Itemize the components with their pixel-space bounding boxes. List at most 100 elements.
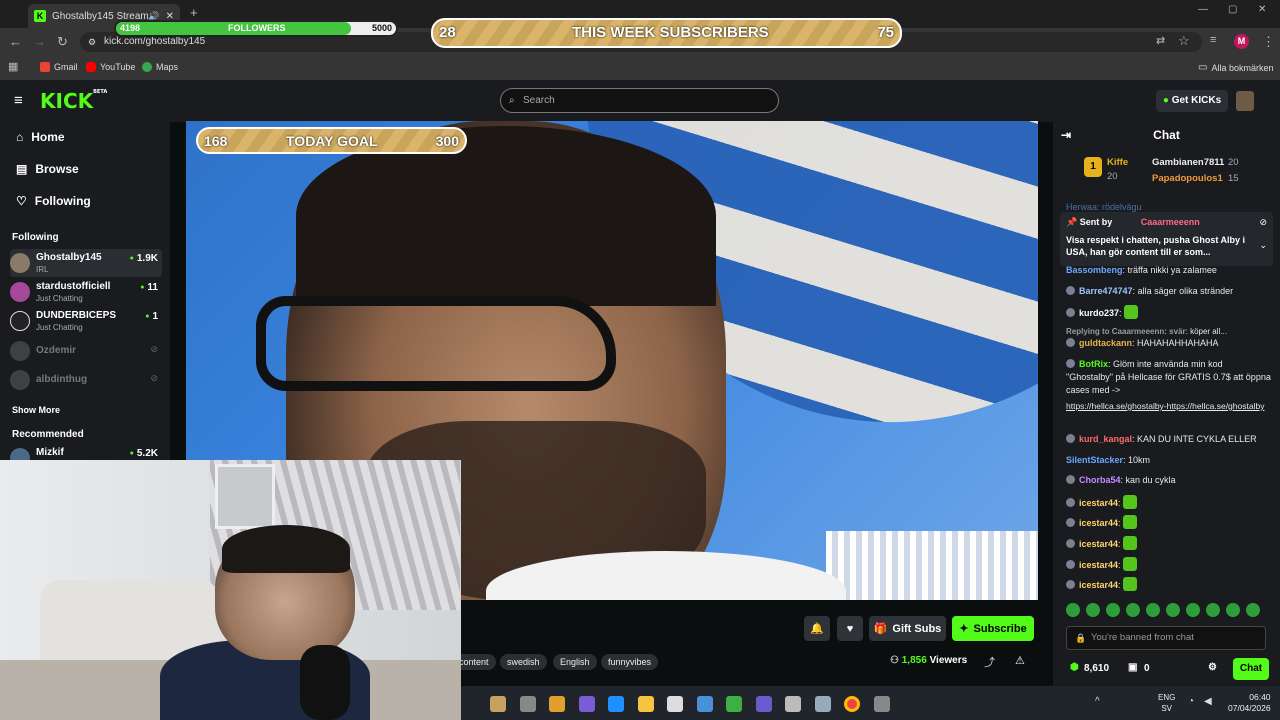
sidebar-item-following[interactable]: ♡ Following <box>16 194 91 208</box>
chat-username[interactable]: icestar44 <box>1079 580 1118 590</box>
chat-text: kan du cykla <box>1125 475 1176 485</box>
share-icon[interactable]: ⤴ <box>984 654 995 670</box>
chrome-icon[interactable] <box>844 696 860 712</box>
stream-tag[interactable]: swedish <box>500 654 547 670</box>
keyboard-language[interactable]: ENG SV <box>1158 692 1175 714</box>
send-chat-button[interactable]: Chat <box>1233 658 1269 680</box>
obs-icon[interactable] <box>873 696 890 712</box>
forward-icon[interactable]: → <box>33 34 46 49</box>
show-more-link[interactable]: Show More <box>12 405 60 415</box>
pinned-message[interactable]: 📌 Sent by Caaarmeeenn Visa respekt i cha… <box>1060 212 1273 266</box>
chat-username[interactable]: SilentStacker <box>1066 455 1123 465</box>
store-icon[interactable] <box>667 696 683 712</box>
extensions-icon[interactable]: ≡ <box>1210 34 1216 46</box>
chat-username[interactable]: Bassombeng <box>1066 265 1123 275</box>
expand-pinned-icon[interactable]: ⌄ <box>1259 240 1267 251</box>
sidebar-item-browse[interactable]: ▤ Browse <box>16 162 79 176</box>
new-tab-icon[interactable]: + <box>190 5 198 20</box>
chat-username[interactable]: guldtackann <box>1079 338 1132 348</box>
chat-input[interactable]: 🔒 You're banned from chat <box>1066 626 1266 650</box>
chat-username[interactable]: BotRix <box>1079 359 1108 369</box>
chat-username[interactable]: Barre474747 <box>1079 286 1133 296</box>
following-channel-ozdemir[interactable]: Ozdemir ⊘ <box>10 337 162 365</box>
bookmark-star-icon[interactable]: ☆ <box>1178 33 1190 49</box>
chat-username[interactable]: Replying to Caaarmeeenn: svär <box>1066 327 1186 336</box>
site-info-icon[interactable]: ⚙ <box>88 32 96 52</box>
emote-icon[interactable] <box>1206 603 1220 617</box>
emote-icon[interactable] <box>1126 603 1140 617</box>
kick-logo[interactable]: KICKBETA <box>40 89 107 113</box>
chat-username[interactable]: icestar44 <box>1079 518 1118 528</box>
star-icon: ✦ <box>959 623 969 635</box>
hamburger-menu-icon[interactable]: ≡ <box>14 92 23 109</box>
gift-box-icon[interactable]: ▣ <box>1128 662 1137 673</box>
chat-badge-icon <box>1066 580 1075 589</box>
stream-tag[interactable]: funnyvibes <box>601 654 659 670</box>
followers-label: FOLLOWERS <box>228 23 286 33</box>
app-icon[interactable] <box>785 696 801 712</box>
all-bookmarks[interactable]: ▭ Alla bokmärken <box>1198 62 1273 73</box>
bookmark-gmail[interactable]: Gmail <box>40 62 78 72</box>
emote-icon[interactable] <box>1226 603 1240 617</box>
apps-grid-icon[interactable]: ▦ <box>8 60 18 73</box>
teams-icon[interactable] <box>578 696 595 712</box>
collapse-chat-icon[interactable]: ⇥ <box>1061 122 1071 148</box>
tray-chevron-icon[interactable]: ^ <box>1095 696 1100 707</box>
tray-volume-icon[interactable]: ◀ <box>1204 696 1212 707</box>
chat-username[interactable]: icestar44 <box>1079 560 1118 570</box>
subscribe-button[interactable]: ✦ Subscribe <box>952 616 1034 641</box>
gifts-count: 0 <box>1144 663 1150 674</box>
channel-name: Ozdemir <box>36 345 77 356</box>
reload-icon[interactable]: ↻ <box>57 34 68 50</box>
report-icon[interactable]: ⚠ <box>1015 654 1025 667</box>
user-avatar[interactable] <box>1236 91 1254 111</box>
gift-subs-button[interactable]: 🎁 Gift Subs <box>869 616 946 641</box>
taskbar-clock[interactable]: 06:40 07/04/2026 <box>1228 692 1271 714</box>
bookmark-youtube[interactable]: YouTube <box>86 62 135 72</box>
emote-icon[interactable] <box>1146 603 1160 617</box>
maximize-icon[interactable]: ▢ <box>1228 4 1237 15</box>
search-input[interactable]: ⌕ Search <box>500 88 779 113</box>
tray-network-icon[interactable]: ◔ <box>1188 696 1194 707</box>
chat-username[interactable]: icestar44 <box>1079 539 1118 549</box>
following-channel-dunderbiceps[interactable]: DUNDERBICEPS Just Chatting 1 <box>10 307 162 335</box>
emote-bar <box>1066 603 1266 617</box>
minimize-icon[interactable]: — <box>1198 4 1208 15</box>
chat-settings-icon[interactable]: ⚙ <box>1208 662 1217 673</box>
start-icon[interactable] <box>519 696 536 712</box>
back-icon[interactable]: ← <box>9 34 22 49</box>
bookmark-maps[interactable]: Maps <box>142 62 178 72</box>
profile-avatar[interactable]: M <box>1234 34 1249 49</box>
photos-icon[interactable] <box>814 696 831 712</box>
stream-tag[interactable]: English <box>553 654 597 670</box>
sidebar-item-home[interactable]: ⌂ Home <box>16 130 65 144</box>
emote-icon[interactable] <box>1086 603 1100 617</box>
app-icon[interactable] <box>755 696 772 712</box>
widgets-icon[interactable] <box>490 696 506 712</box>
edge-icon[interactable] <box>608 696 624 712</box>
emote-icon[interactable] <box>1246 603 1260 617</box>
following-channel-stardustofficiell[interactable]: stardustofficiell Just Chatting 11 <box>10 278 162 306</box>
notification-bell-button[interactable]: 🔔 <box>804 616 830 641</box>
emote-icon[interactable] <box>1166 603 1180 617</box>
emote-icon[interactable] <box>1186 603 1200 617</box>
get-kicks-button[interactable]: ● Get KICKs <box>1156 90 1228 112</box>
chat-username[interactable]: kurd_kangal <box>1079 434 1132 444</box>
browser-menu-icon[interactable]: ⋮ <box>1262 34 1275 50</box>
chat-username[interactable]: icestar44 <box>1079 498 1118 508</box>
copilot-icon[interactable] <box>549 696 565 712</box>
following-channel-albdinthug[interactable]: albdinthug ⊘ <box>10 366 162 394</box>
file-explorer-icon[interactable] <box>637 696 654 712</box>
leader-value: 20 <box>1228 157 1239 168</box>
mail-icon[interactable] <box>696 696 713 712</box>
following-channel-ghostalby145[interactable]: Ghostalby145 IRL 1.9K <box>10 249 162 277</box>
vpn-icon[interactable] <box>726 696 742 712</box>
chat-username[interactable]: kurdo237 <box>1079 308 1119 318</box>
close-window-icon[interactable]: ✕ <box>1258 4 1266 15</box>
translate-icon[interactable]: ⇄ <box>1156 34 1165 47</box>
emote-icon[interactable] <box>1066 603 1080 617</box>
unpin-icon[interactable]: ⊘ <box>1259 217 1267 228</box>
emote-icon[interactable] <box>1106 603 1120 617</box>
chat-username[interactable]: Chorba54 <box>1079 475 1121 485</box>
follow-heart-button[interactable]: ♥ <box>837 616 863 641</box>
